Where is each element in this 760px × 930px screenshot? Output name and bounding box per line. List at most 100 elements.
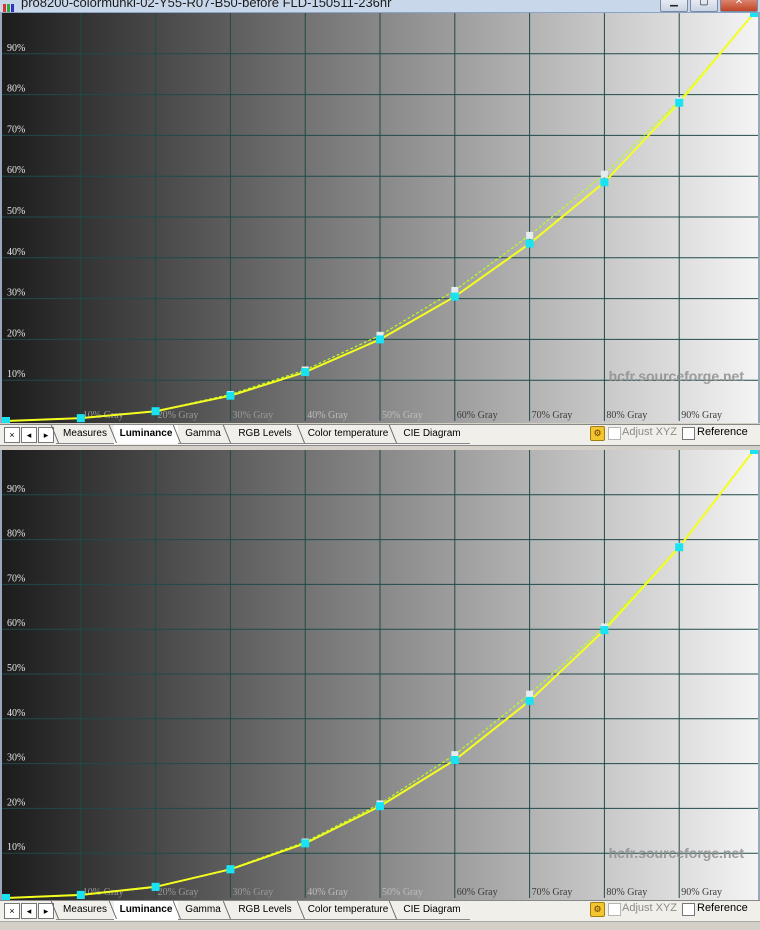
y-tick-label: 90% <box>7 43 25 54</box>
pane-divider[interactable] <box>0 446 760 449</box>
measured-point-marker[interactable] <box>450 756 459 765</box>
measured-point-marker[interactable] <box>750 450 758 454</box>
y-tick-label: 50% <box>7 206 25 217</box>
x-tick-label: 70% Gray <box>532 410 573 421</box>
measured-point-marker[interactable] <box>226 391 235 400</box>
tab-cie-diagram[interactable]: CIE Diagram <box>388 901 470 920</box>
minimize-icon[interactable]: ▁ <box>660 0 688 12</box>
measured-point-marker[interactable] <box>376 335 384 344</box>
measured-point-marker[interactable] <box>2 417 10 423</box>
settings-gear-icon[interactable]: ⚙ <box>590 902 605 917</box>
tab-color-temperature[interactable]: Color temperature <box>296 901 394 920</box>
x-tick-label: 20% Gray <box>158 887 199 898</box>
luminance-chart-top: 10% 20% 30% 40% 50% 60% 70% 80% 90% 10% Gray 20% G… <box>2 13 758 423</box>
reference-checkbox[interactable] <box>682 427 695 440</box>
tab-luminance[interactable]: Luminance <box>108 425 178 444</box>
tab-label: Gamma <box>185 428 221 439</box>
measured-point-marker[interactable] <box>151 882 160 891</box>
tab-label: RGB Levels <box>238 428 292 439</box>
y-tick-label: 70% <box>7 124 25 135</box>
measured-point-marker[interactable] <box>750 13 758 17</box>
close-view-icon[interactable]: × <box>4 427 20 443</box>
measured-point-marker[interactable] <box>525 696 534 705</box>
maximize-icon[interactable]: ▢ <box>690 0 718 12</box>
adjust-xyz-checkbox[interactable] <box>608 427 621 440</box>
tab-label: Luminance <box>119 904 173 915</box>
reference-label: Reference <box>697 902 748 914</box>
app-bars-icon <box>3 1 15 12</box>
tab-rgb-levels[interactable]: RGB Levels <box>222 425 302 444</box>
tab-measures[interactable]: Measures <box>50 901 114 920</box>
measured-point-marker[interactable] <box>675 543 684 552</box>
y-tick-label: 80% <box>7 84 25 95</box>
tab-label: Color temperature <box>307 428 389 439</box>
luminance-panel-bottom: 10% 20% 30% 40% 50% 60% 70% 80% 90% 10% Gray 20% G… <box>0 450 760 900</box>
x-tick-label: 50% Gray <box>382 410 423 421</box>
measured-point-marker[interactable] <box>525 239 534 248</box>
measured-point-marker[interactable] <box>76 414 85 423</box>
y-tick-label: 30% <box>7 288 25 299</box>
y-tick-label: 30% <box>7 753 25 764</box>
watermark-text: hcfr.sourceforge.net <box>609 368 745 384</box>
x-tick-label: 80% Gray <box>606 410 647 421</box>
measured-point-marker[interactable] <box>376 802 384 811</box>
close-icon[interactable]: ✕ <box>720 0 758 12</box>
x-tick-label: 90% Gray <box>681 410 722 421</box>
x-tick-label: 40% Gray <box>307 887 348 898</box>
measured-point-marker[interactable] <box>301 368 310 377</box>
view-tab-bar: × ◂ ▸ Measures Luminance Gamma RGB Levels Color… <box>0 900 760 922</box>
y-tick-label: 90% <box>7 484 25 495</box>
tab-cie-diagram[interactable]: CIE Diagram <box>388 425 470 444</box>
tab-label: Color temperature <box>307 904 389 915</box>
tab-color-temperature[interactable]: Color temperature <box>296 425 394 444</box>
y-tick-label: 40% <box>7 247 25 258</box>
close-view-icon[interactable]: × <box>4 903 20 919</box>
reference-point-marker <box>600 170 608 178</box>
measured-point-marker[interactable] <box>151 407 160 416</box>
luminance-chart-bottom: 10% 20% 30% 40% 50% 60% 70% 80% 90% 10% Gray 20% G… <box>2 450 758 900</box>
tab-gamma[interactable]: Gamma <box>172 425 228 444</box>
measured-point-marker[interactable] <box>450 292 459 301</box>
reference-checkbox[interactable] <box>682 903 695 916</box>
x-tick-label: 30% Gray <box>232 410 273 421</box>
y-tick-label: 60% <box>7 165 25 176</box>
x-tick-label: 90% Gray <box>681 887 722 898</box>
measured-point-marker[interactable] <box>226 865 235 874</box>
watermark-text: hcfr.sourceforge.net <box>609 845 745 861</box>
adjust-xyz-label: Adjust XYZ <box>622 426 678 438</box>
measured-point-marker[interactable] <box>76 890 85 899</box>
tab-rgb-levels[interactable]: RGB Levels <box>222 901 302 920</box>
prev-view-icon[interactable]: ◂ <box>21 903 37 919</box>
tab-label: Measures <box>63 428 107 439</box>
measured-point-marker[interactable] <box>675 98 684 107</box>
settings-gear-icon[interactable]: ⚙ <box>590 426 605 441</box>
tab-label: CIE Diagram <box>403 428 461 439</box>
tab-measures[interactable]: Measures <box>50 425 114 444</box>
x-tick-label: 80% Gray <box>606 887 647 898</box>
tab-label: RGB Levels <box>238 904 292 915</box>
y-tick-label: 10% <box>7 369 25 380</box>
adjust-xyz-checkbox[interactable] <box>608 903 621 916</box>
y-tick-label: 10% <box>7 842 25 853</box>
window-title-bar[interactable]: pro8200-colormunki-02-Y55-R07-B50-before… <box>0 0 760 13</box>
view-tab-bar: × ◂ ▸ Measures Luminance Gamma RGB Levels Color… <box>0 424 760 446</box>
window-title: pro8200-colormunki-02-Y55-R07-B50-before… <box>21 0 392 10</box>
measured-point-marker[interactable] <box>600 178 609 187</box>
luminance-panel-top: 10% 20% 30% 40% 50% 60% 70% 80% 90% 10% Gray 20% G… <box>0 13 760 423</box>
y-tick-label: 50% <box>7 663 25 674</box>
x-tick-label: 60% Gray <box>457 410 498 421</box>
x-tick-label: 60% Gray <box>457 887 498 898</box>
x-tick-label: 40% Gray <box>307 410 348 421</box>
tab-gamma[interactable]: Gamma <box>172 901 228 920</box>
prev-view-icon[interactable]: ◂ <box>21 427 37 443</box>
reference-point-marker <box>526 690 534 698</box>
measured-point-marker[interactable] <box>301 839 310 848</box>
x-tick-label: 70% Gray <box>532 887 573 898</box>
tab-label: CIE Diagram <box>403 904 461 915</box>
measured-point-marker[interactable] <box>600 626 609 635</box>
x-tick-label: 30% Gray <box>232 887 273 898</box>
reference-point-marker <box>526 231 534 239</box>
y-tick-label: 70% <box>7 573 25 584</box>
y-tick-label: 60% <box>7 618 25 629</box>
tab-luminance[interactable]: Luminance <box>108 901 178 920</box>
